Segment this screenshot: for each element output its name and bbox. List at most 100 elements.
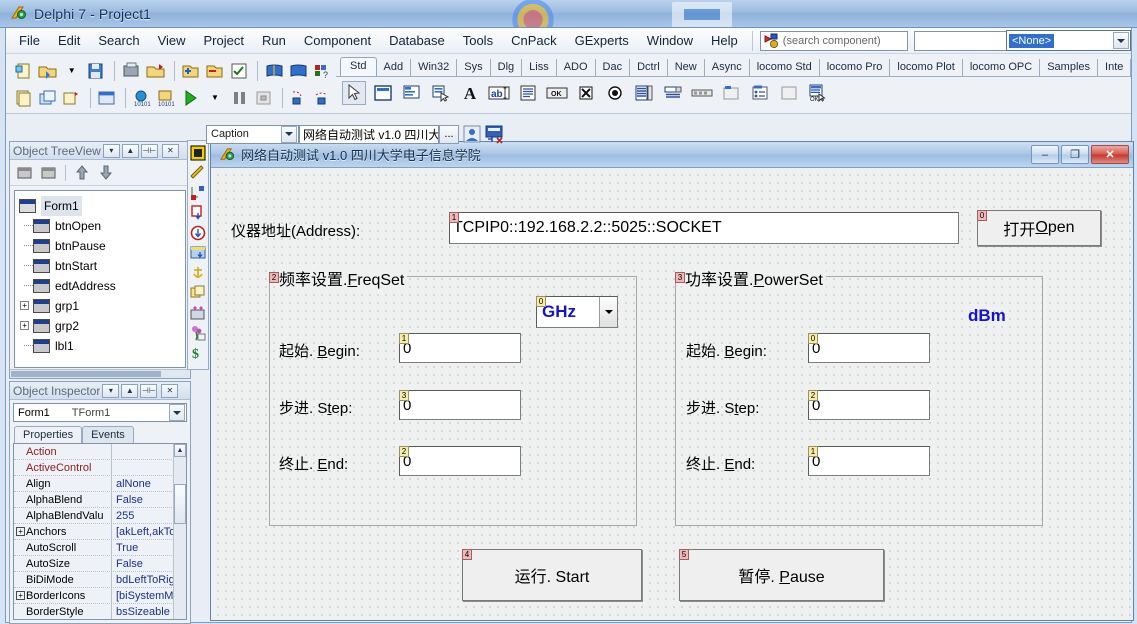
panel-icon[interactable] — [777, 81, 801, 105]
currency-icon[interactable]: $ — [189, 343, 208, 362]
help-book2-icon[interactable] — [288, 59, 310, 82]
palette-tab-dac[interactable]: Dac — [596, 59, 631, 76]
menu-item-file[interactable]: File — [10, 30, 49, 51]
property-row[interactable]: AutoSize False — [14, 556, 186, 572]
object-selector-combo[interactable]: Form1 TForm1 — [13, 403, 187, 422]
property-row[interactable]: Align alNone — [14, 476, 186, 492]
tile-icon[interactable] — [189, 283, 208, 302]
property-row[interactable]: + BorderIcons [biSystemMenu — [14, 588, 186, 604]
scrollbar-icon[interactable] — [690, 81, 714, 105]
tree-node-btnpause[interactable]: btnPause — [19, 236, 185, 256]
combobox-icon[interactable] — [661, 81, 685, 105]
menu-item-view[interactable]: View — [149, 30, 195, 51]
tree-node-edtaddress[interactable]: edtAddress — [19, 276, 185, 296]
caption-ellipsis-button[interactable]: ... — [439, 124, 459, 144]
start-button[interactable]: 运行. Start — [462, 549, 642, 601]
help-index-icon[interactable]: ? — [312, 59, 334, 82]
palette-tab-ado[interactable]: ADO — [557, 59, 596, 76]
color-icon[interactable] — [189, 303, 208, 322]
new-file-icon[interactable] — [12, 59, 34, 82]
freq-step-input[interactable]: 0 — [399, 390, 521, 420]
rollup-button[interactable]: ▲ — [121, 143, 139, 158]
none-combo[interactable]: <None> — [1006, 30, 1131, 51]
tree-node-grp2[interactable]: + grp2 — [19, 316, 185, 336]
tab-properties[interactable]: Properties — [14, 426, 83, 444]
step-over-icon[interactable] — [312, 86, 334, 109]
property-row[interactable]: AutoScroll True — [14, 540, 186, 556]
chevron-down-icon[interactable] — [1113, 32, 1129, 49]
tree-expander[interactable]: + — [19, 316, 33, 336]
minimize-button[interactable]: – — [1031, 145, 1059, 164]
align-palette-icon[interactable] — [189, 183, 208, 202]
memo-icon[interactable] — [516, 81, 540, 105]
palette-tab-locomo-std[interactable]: locomo Std — [750, 59, 820, 76]
palette-tab-add[interactable]: Add — [377, 59, 412, 76]
palette-tab-async[interactable]: Async — [705, 59, 750, 76]
pointer-icon[interactable] — [342, 81, 366, 105]
property-row[interactable]: ActiveControl — [14, 460, 186, 476]
palette-tab-samples[interactable]: Samples — [1040, 59, 1099, 76]
scroll-up-icon[interactable]: ▲ — [174, 444, 186, 457]
palette-tab-locomo-plot[interactable]: locomo Plot — [890, 59, 963, 76]
pause-button[interactable]: 暂停. Pause — [679, 549, 884, 601]
palette-tab-liss[interactable]: Liss — [522, 59, 557, 76]
menu-item-window[interactable]: Window — [638, 30, 702, 51]
actionlist-icon[interactable]: OK — [806, 81, 830, 105]
checkbox-icon[interactable] — [574, 81, 598, 105]
property-row[interactable]: AlphaBlendValu 255 — [14, 508, 186, 524]
open-button[interactable]: 打开 Open — [977, 210, 1101, 246]
open-file-icon[interactable] — [36, 59, 58, 82]
menu-item-search[interactable]: Search — [89, 30, 148, 51]
debug-step-icon[interactable]: 10101 — [131, 86, 153, 109]
freq-end-input[interactable]: 0 — [399, 446, 521, 476]
new-form-icon[interactable] — [12, 86, 34, 109]
tab-events[interactable]: Events — [82, 426, 134, 443]
property-row[interactable]: BiDiMode bdLeftToRight — [14, 572, 186, 588]
debug-trace-icon[interactable]: 10101 — [155, 86, 177, 109]
pause-icon[interactable] — [228, 86, 250, 109]
property-row[interactable]: BorderStyle bsSizeable — [14, 604, 186, 619]
tree-node-btnopen[interactable]: btnOpen — [19, 216, 185, 236]
add-to-project-icon[interactable] — [180, 59, 202, 82]
edit-icon[interactable]: ab — [487, 81, 511, 105]
tree-node-form1[interactable]: Form1 — [19, 196, 185, 216]
menu-item-database[interactable]: Database — [380, 30, 454, 51]
open-dropdown-icon[interactable]: ▼ — [61, 59, 83, 82]
property-grid[interactable]: Action ActiveControl Align alNone AlphaB… — [13, 443, 187, 620]
run-dropdown-icon[interactable]: ▼ — [204, 86, 226, 109]
palette-tab-dctrl[interactable]: Dctrl — [630, 59, 668, 76]
palette-tab-win32[interactable]: Win32 — [411, 59, 458, 76]
close-icon[interactable]: ✕ — [161, 383, 179, 398]
view-unit-icon[interactable] — [61, 86, 83, 109]
scrollbar-thumb[interactable] — [174, 484, 186, 524]
groupbox-icon[interactable] — [719, 81, 743, 105]
menu-item-run[interactable]: Run — [253, 30, 295, 51]
form-canvas[interactable]: 仪器地址(Address): TCPIP0::192.168.2.2::5025… — [211, 168, 1133, 620]
caption-value-input[interactable]: 网络自动测试 v1.0 四川大学 — [299, 124, 439, 144]
tree-node-lbl1[interactable]: lbl1 — [19, 336, 185, 356]
align-left-icon[interactable] — [189, 203, 208, 222]
align-center-icon[interactable] — [189, 223, 208, 242]
menu-item-project[interactable]: Project — [195, 30, 253, 51]
component-search-box[interactable]: (search component) — [759, 30, 908, 51]
menu-item-component[interactable]: Component — [295, 30, 380, 51]
address-input[interactable]: TCPIP0::192.168.2.2::5025::SOCKET — [449, 212, 959, 244]
radiogroup-icon[interactable] — [748, 81, 772, 105]
palette-tab-dlg[interactable]: Dlg — [491, 59, 523, 76]
delete-item-icon[interactable] — [39, 163, 59, 182]
maximize-button[interactable]: ❐ — [1061, 145, 1089, 164]
property-row[interactable]: AlphaBlend False — [14, 492, 186, 508]
user-icon[interactable] — [462, 125, 482, 144]
move-down-icon[interactable] — [96, 163, 116, 182]
power-begin-input[interactable]: 0 — [808, 333, 930, 363]
freq-begin-input[interactable]: 0 — [399, 333, 521, 363]
listbox-icon[interactable] — [632, 81, 656, 105]
menu-item-cnpack[interactable]: CnPack — [502, 30, 566, 51]
component-icon[interactable] — [485, 125, 505, 144]
property-row[interactable]: + Anchors [akLeft,akTop] — [14, 524, 186, 540]
open-project-icon[interactable] — [144, 59, 166, 82]
treeview-hscrollbar[interactable] — [10, 369, 190, 378]
palette-tab-inte[interactable]: Inte — [1098, 59, 1132, 76]
power-end-input[interactable]: 0 — [808, 446, 930, 476]
power-step-input[interactable]: 0 — [808, 390, 930, 420]
